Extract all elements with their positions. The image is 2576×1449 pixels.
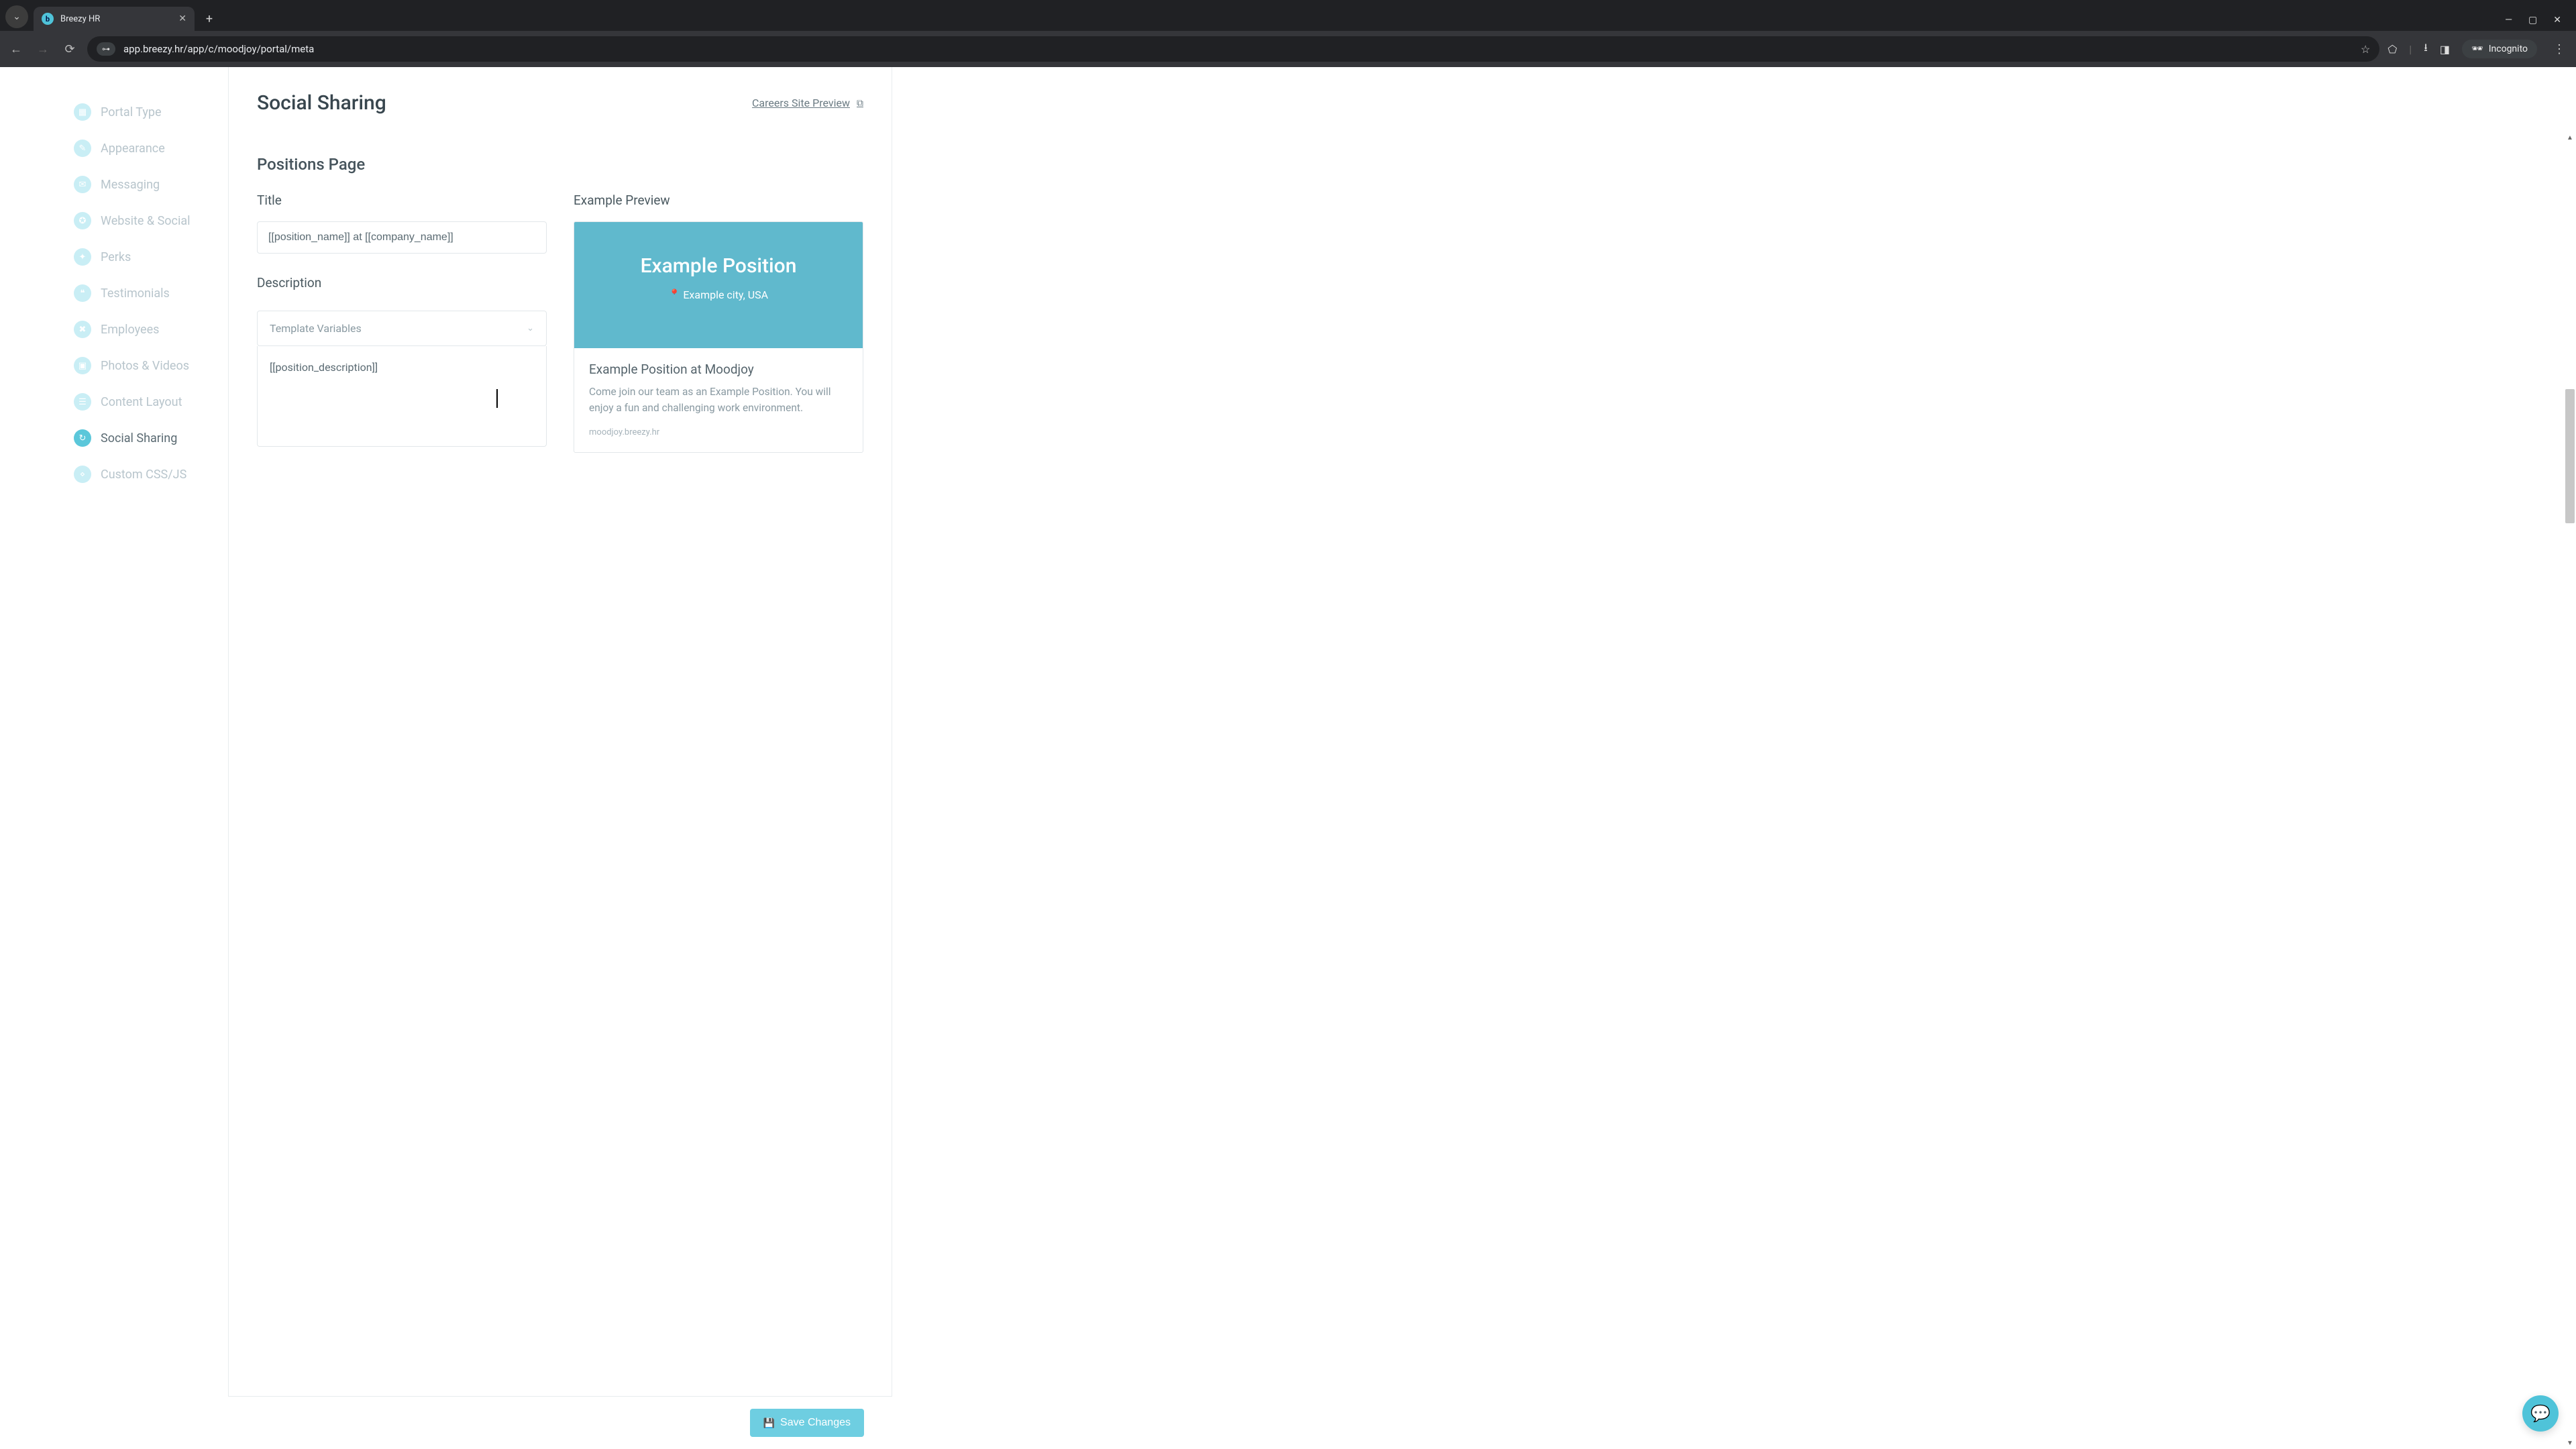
quote-icon: ❝ [74, 284, 91, 302]
sidebar-item-label: Employees [101, 323, 159, 337]
example-preview-label: Example Preview [574, 193, 863, 208]
sidebar-item-employees[interactable]: ✖ Employees [74, 311, 215, 347]
positions-page-section: Positions Page Title Description Templat… [229, 115, 892, 453]
grid-icon: ☰ [74, 393, 91, 411]
back-button[interactable]: ← [7, 42, 25, 56]
user-x-icon: ✖ [74, 321, 91, 338]
description-textarea[interactable] [257, 346, 547, 447]
scroll-thumb[interactable] [2565, 389, 2575, 523]
preview-card-title: Example Position at Moodjoy [589, 362, 848, 377]
preview-hero-location: 📍 Example city, USA [669, 288, 768, 301]
chat-bubble-icon: 💬 [2530, 1404, 2551, 1423]
external-link-icon: ⧉ [857, 98, 863, 109]
chat-icon: ✉ [74, 176, 91, 193]
browser-tab[interactable]: b Breezy HR ✕ [34, 7, 195, 31]
sidebar-item-label: Messaging [101, 178, 160, 192]
close-tab-icon[interactable]: ✕ [178, 13, 186, 24]
sidebar-item-website-social[interactable]: ✪ Website & Social [74, 203, 215, 239]
browser-toolbar: ← → ⟳ ⊶ app.breezy.hr/app/c/moodjoy/port… [0, 31, 2576, 67]
sidebar-item-portal-type[interactable]: ▦ Portal Type [74, 94, 215, 130]
template-variables-label: Template Variables [270, 322, 362, 335]
code-icon: ⋄ [74, 466, 91, 483]
chevron-down-icon: ⌄ [13, 11, 21, 22]
extensions-icon[interactable]: ⬠ [2387, 43, 2397, 56]
browser-tab-strip: ⌄ b Breezy HR ✕ + — ▢ ✕ [0, 0, 2576, 31]
save-button-label: Save Changes [780, 1417, 851, 1429]
reload-button[interactable]: ⟳ [60, 42, 79, 56]
sidebar-item-photos-videos[interactable]: ▣ Photos & Videos [74, 347, 215, 384]
sidebar-item-label: Photos & Videos [101, 359, 189, 373]
settings-sidebar: ▦ Portal Type ✎ Appearance ✉ Messaging ✪… [0, 67, 228, 1449]
incognito-icon: 🕶 [2471, 44, 2483, 54]
tab-search-button[interactable]: ⌄ [5, 5, 28, 28]
gift-icon: ✦ [74, 248, 91, 266]
sidebar-item-messaging[interactable]: ✉ Messaging [74, 166, 215, 203]
window-close-icon[interactable]: ✕ [2553, 15, 2561, 25]
preview-location-text: Example city, USA [683, 288, 768, 301]
title-input[interactable] [257, 221, 547, 254]
scroll-down-icon[interactable]: ▼ [2565, 1440, 2575, 1449]
breezy-favicon: b [42, 13, 54, 25]
sidebar-item-label: Custom CSS/JS [101, 468, 186, 482]
sidebar-item-appearance[interactable]: ✎ Appearance [74, 130, 215, 166]
window-minimize-icon[interactable]: — [2505, 15, 2512, 25]
sidebar-item-label: Social Sharing [101, 431, 177, 445]
forward-button[interactable]: → [34, 42, 52, 56]
description-field-label: Description [257, 275, 547, 290]
preview-hero: Example Position 📍 Example city, USA [574, 222, 863, 348]
preview-card-domain: moodjoy.breezy.hr [589, 427, 848, 437]
browser-menu-icon[interactable]: ⋮ [2549, 42, 2569, 56]
side-panel-icon[interactable]: ◨ [2440, 43, 2450, 56]
save-icon: 💾 [763, 1417, 775, 1429]
page-title: Social Sharing [257, 91, 386, 115]
scroll-up-icon[interactable]: ▲ [2565, 134, 2575, 144]
sidebar-item-label: Testimonials [101, 286, 170, 301]
scrollbar[interactable]: ▲ ▼ [2565, 134, 2575, 1449]
incognito-indicator[interactable]: 🕶 Incognito [2462, 40, 2537, 58]
sidebar-item-social-sharing[interactable]: ↻ Social Sharing [74, 420, 215, 456]
preview-link-label: Careers Site Preview [752, 97, 850, 109]
sidebar-item-label: Appearance [101, 142, 165, 156]
link-icon: ↻ [74, 429, 91, 447]
site-info-icon[interactable]: ⊶ [97, 42, 115, 56]
sidebar-item-label: Website & Social [101, 214, 191, 228]
location-pin-icon: 📍 [669, 289, 680, 300]
sidebar-item-testimonials[interactable]: ❝ Testimonials [74, 275, 215, 311]
careers-preview-link[interactable]: Careers Site Preview ⧉ [752, 97, 863, 109]
toolbar-separator: | [2409, 43, 2412, 56]
new-tab-button[interactable]: + [200, 9, 219, 28]
sidebar-item-label: Content Layout [101, 395, 182, 409]
window-maximize-icon[interactable]: ▢ [2528, 15, 2537, 25]
share-icon: ✪ [74, 212, 91, 229]
image-icon: ▣ [74, 357, 91, 374]
preview-card-description: Come join our team as an Example Positio… [589, 384, 848, 417]
sidebar-item-label: Perks [101, 250, 131, 264]
incognito-label: Incognito [2489, 44, 2528, 54]
downloads-icon[interactable]: ⭳ [2424, 40, 2428, 58]
help-chat-button[interactable]: 💬 [2522, 1395, 2559, 1432]
title-field-label: Title [257, 193, 547, 208]
sidebar-item-custom-css-js[interactable]: ⋄ Custom CSS/JS [74, 456, 215, 492]
tab-title: Breezy HR [60, 14, 172, 24]
sidebar-item-content-layout[interactable]: ☰ Content Layout [74, 384, 215, 420]
social-preview-card: Example Position 📍 Example city, USA Exa… [574, 221, 863, 453]
main-content: Social Sharing Careers Site Preview ⧉ Po… [228, 67, 892, 1449]
brush-icon: ✎ [74, 140, 91, 157]
sidebar-item-label: Portal Type [101, 105, 162, 119]
chevron-down-icon: ⌄ [527, 323, 534, 333]
save-bar: 💾 Save Changes [228, 1396, 892, 1449]
url-text: app.breezy.hr/app/c/moodjoy/portal/meta [123, 43, 2353, 55]
bookmark-star-icon[interactable]: ☆ [2361, 43, 2370, 56]
preview-hero-title: Example Position [588, 254, 849, 278]
sidebar-item-perks[interactable]: ✦ Perks [74, 239, 215, 275]
template-variables-dropdown[interactable]: Template Variables ⌄ [257, 311, 547, 346]
address-bar[interactable]: ⊶ app.breezy.hr/app/c/moodjoy/portal/met… [87, 36, 2379, 62]
layout-icon: ▦ [74, 103, 91, 121]
section-heading: Positions Page [257, 155, 863, 174]
save-changes-button[interactable]: 💾 Save Changes [750, 1409, 864, 1437]
